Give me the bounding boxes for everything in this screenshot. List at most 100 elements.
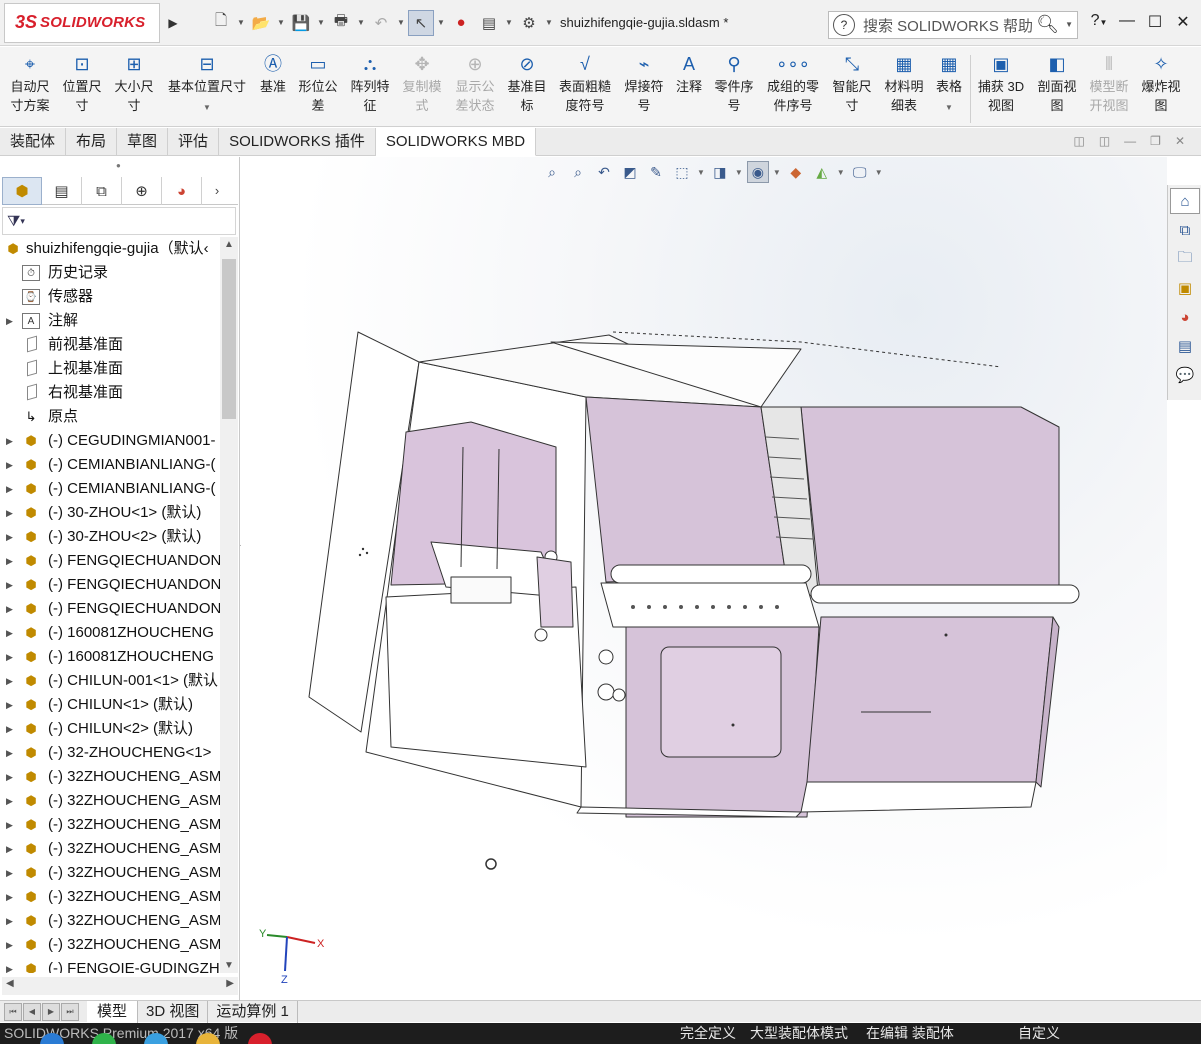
cmd-basic-location-dimension-button[interactable]: ⊟ 基本位置尺寸 ▼ bbox=[162, 51, 252, 117]
expand-arrow-icon[interactable]: ▶ bbox=[6, 573, 13, 597]
undo-caret-icon[interactable]: ▼ bbox=[396, 18, 406, 27]
expand-arrow-icon[interactable]: ▶ bbox=[6, 429, 13, 453]
taskbar-wechat-icon[interactable] bbox=[92, 1033, 116, 1044]
tree-item[interactable]: ▶ ⬢ (-) CEMIANBIANLIANG-( bbox=[0, 477, 220, 501]
more-tabs-icon[interactable]: › bbox=[202, 177, 232, 204]
expand-arrow-icon[interactable]: ▶ bbox=[6, 885, 13, 909]
tree-item[interactable]: 右视基准面 bbox=[0, 381, 220, 405]
graphics-viewport[interactable]: ⌕ ⌕ ↶ ◩ ✎ ⬚ ▼ ◨ ▼ ◉ ▼ ◆ ◭ ▼ 🖵 ▼ Y X Z bbox=[241, 157, 1167, 1000]
prev-tab-icon[interactable]: ◀ bbox=[23, 1002, 41, 1021]
cmd-datum-target-button[interactable]: ⊘ 基准目 标 bbox=[504, 51, 550, 115]
expand-arrow-icon[interactable]: ▶ bbox=[6, 837, 13, 861]
tree-horizontal-scrollbar[interactable]: ◀ ▶ bbox=[2, 977, 238, 995]
cmd-weld-symbol-button[interactable]: ⌁ 焊接符 号 bbox=[620, 51, 668, 115]
tree-vertical-scrollbar[interactable]: ▲ ▼ bbox=[220, 237, 238, 973]
tree-item[interactable]: ▶ ⬢ (-) 32ZHOUCHENG_ASM bbox=[0, 933, 220, 957]
cmd-pattern-feature-button[interactable]: ⛬ 阵列特 征 bbox=[346, 51, 394, 115]
open-caret-icon[interactable]: ▼ bbox=[276, 18, 286, 27]
cmd-caret-icon[interactable]: ▼ bbox=[945, 103, 953, 112]
open-folder-icon[interactable]: 📂 bbox=[248, 10, 274, 36]
expand-arrow-icon[interactable]: ▶ bbox=[6, 789, 13, 813]
tree-item[interactable]: ▶ ⬢ (-) 30-ZHOU<2> (默认) bbox=[0, 525, 220, 549]
scroll-right-icon[interactable]: ▶ bbox=[226, 978, 234, 989]
next-tab-icon[interactable]: ▶ bbox=[42, 1002, 60, 1021]
tree-item[interactable]: ▶ ⬢ (-) FENGQIECHUANDON bbox=[0, 573, 220, 597]
tree-item[interactable]: ↳ 原点 bbox=[0, 405, 220, 429]
expand-arrow-icon[interactable]: ▶ bbox=[6, 453, 13, 477]
cmd-model-break-view-button[interactable]: ⫴ 模型断 开视图 bbox=[1084, 51, 1134, 115]
tree-item[interactable]: ▶ ⬢ (-) 32ZHOUCHENG_ASM bbox=[0, 861, 220, 885]
tree-root-assembly[interactable]: ⬢ shuizhifengqie-gujia（默认‹ bbox=[0, 237, 220, 261]
tree-item[interactable]: ▶ ⬢ (-) 32-ZHOUCHENG<1> bbox=[0, 741, 220, 765]
tile-right-icon[interactable]: ◫ bbox=[1099, 134, 1110, 148]
select-cursor-icon[interactable]: ↖ bbox=[408, 9, 434, 36]
properties-caret-icon[interactable]: ▼ bbox=[504, 18, 514, 27]
design-library-icon[interactable]: ⧉ bbox=[1170, 217, 1200, 243]
tab-model[interactable]: 模型 bbox=[87, 1000, 139, 1023]
file-properties-icon[interactable]: ▤ bbox=[476, 10, 502, 36]
expand-arrow-icon[interactable]: ▶ bbox=[6, 909, 13, 933]
expand-arrow-icon[interactable]: ▶ bbox=[6, 621, 13, 645]
expand-arrow-icon[interactable]: ▶ bbox=[6, 309, 13, 333]
tile-left-icon[interactable]: ◫ bbox=[1073, 134, 1084, 148]
tree-item[interactable]: ▶ ⬢ (-) CHILUN-001<1> (默认 bbox=[0, 669, 220, 693]
cmd-exploded-view-button[interactable]: ✧ 爆炸视 图 bbox=[1138, 51, 1184, 115]
cmd-stacked-balloon-button[interactable]: ∘∘∘ 成组的零 件序号 bbox=[762, 51, 824, 115]
cmd-location-dimension-button[interactable]: ⊡ 位置尺 寸 bbox=[58, 51, 106, 115]
cmd-datum-button[interactable]: Ⓐ 基准 bbox=[256, 51, 290, 96]
tree-item[interactable]: ▶ ⬢ (-) 32ZHOUCHENG_ASM bbox=[0, 765, 220, 789]
file-explorer-icon[interactable]: 🗀 bbox=[1170, 246, 1200, 272]
solidworks-resources-home-icon[interactable]: ⌂ bbox=[1170, 188, 1200, 214]
configuration-manager-tab-icon[interactable]: ⧉ bbox=[82, 177, 122, 205]
tab-addins[interactable]: SOLIDWORKS 插件 bbox=[219, 128, 376, 156]
undo-icon[interactable]: ↶ bbox=[368, 10, 394, 36]
expand-arrow-icon[interactable]: ▶ bbox=[6, 813, 13, 837]
display-manager-tab-icon[interactable]: ◕ bbox=[162, 177, 202, 205]
tree-item[interactable]: ▶ ⬢ (-) 30-ZHOU<1> (默认) bbox=[0, 501, 220, 525]
minimize-button[interactable]: — bbox=[1113, 12, 1141, 38]
expand-arrow-icon[interactable]: ▶ bbox=[6, 477, 13, 501]
doc-restore-icon[interactable]: ❐ bbox=[1150, 134, 1161, 148]
tab-3d-views[interactable]: 3D 视图 bbox=[138, 1000, 209, 1023]
tree-item[interactable]: ▶ ⬢ (-) 32ZHOUCHENG_ASM bbox=[0, 813, 220, 837]
feature-manager-tab-icon[interactable]: ⬢ bbox=[2, 177, 42, 205]
cmd-section-view-button[interactable]: ◧ 剖面视 图 bbox=[1032, 51, 1082, 115]
property-manager-tab-icon[interactable]: ▤ bbox=[42, 177, 82, 205]
expand-arrow-icon[interactable]: ▶ bbox=[6, 549, 13, 573]
options-caret-icon[interactable]: ▼ bbox=[544, 18, 554, 27]
expand-arrow-icon[interactable]: ▶ bbox=[6, 717, 13, 741]
tree-item[interactable]: ▶ ⬢ (-) CHILUN<2> (默认) bbox=[0, 717, 220, 741]
taskbar-app-icon[interactable] bbox=[144, 1033, 168, 1044]
help-search-box[interactable]: ? 搜索 SOLIDWORKS 帮助 🔍︎ ▼ bbox=[828, 11, 1078, 39]
tab-assembly[interactable]: 装配体 bbox=[0, 128, 67, 156]
rebuild-traffic-light-icon[interactable]: ● bbox=[448, 10, 474, 36]
tree-item[interactable]: 前视基准面 bbox=[0, 333, 220, 357]
cmd-bom-button[interactable]: ▦ 材料明 细表 bbox=[880, 51, 928, 115]
cmd-caret-icon[interactable]: ▼ bbox=[203, 103, 211, 112]
tree-item[interactable]: ⌚ 传感器 bbox=[0, 285, 220, 309]
options-gear-icon[interactable]: ⚙ bbox=[516, 10, 542, 36]
tab-layout[interactable]: 布局 bbox=[66, 128, 118, 156]
scroll-down-icon[interactable]: ▼ bbox=[224, 960, 234, 971]
custom-properties-icon[interactable]: ▤ bbox=[1170, 333, 1200, 359]
expand-arrow-icon[interactable]: ▶ bbox=[6, 645, 13, 669]
first-tab-icon[interactable]: ⏮ bbox=[4, 1002, 22, 1021]
menu-expand-arrow-icon[interactable]: ▶ bbox=[164, 16, 182, 30]
filter-funnel-icon[interactable]: ⧩ bbox=[7, 213, 20, 230]
cmd-table-button[interactable]: ▦ 表格 ▼ bbox=[932, 51, 966, 117]
status-custom-units[interactable]: 自定义 bbox=[1018, 1023, 1060, 1044]
tree-item[interactable]: ▶ ⬢ (-) 32ZHOUCHENG_ASM bbox=[0, 909, 220, 933]
tree-item[interactable]: ▶ ⬢ (-) 32ZHOUCHENG_ASM bbox=[0, 789, 220, 813]
expand-arrow-icon[interactable]: ▶ bbox=[6, 741, 13, 765]
tree-item[interactable]: ▶ ⬢ (-) FENGQIECHUANDON bbox=[0, 549, 220, 573]
cmd-surface-finish-button[interactable]: √ 表面粗糙 度符号 bbox=[554, 51, 616, 115]
tree-item[interactable]: ▶ ⬢ (-) FENGQIECHUANDON bbox=[0, 597, 220, 621]
tree-item[interactable]: 上视基准面 bbox=[0, 357, 220, 381]
tree-item[interactable]: ▶ ⬢ (-) CEMIANBIANLIANG-( bbox=[0, 453, 220, 477]
tree-item[interactable]: ▶ ⬢ (-) FENGQIE-GUDINGZH bbox=[0, 957, 220, 973]
taskbar-browser-icon[interactable] bbox=[40, 1033, 64, 1044]
expand-arrow-icon[interactable]: ▶ bbox=[6, 669, 13, 693]
expand-arrow-icon[interactable]: ▶ bbox=[6, 933, 13, 957]
expand-arrow-icon[interactable]: ▶ bbox=[6, 501, 13, 525]
doc-close-icon[interactable]: ✕ bbox=[1175, 134, 1185, 148]
